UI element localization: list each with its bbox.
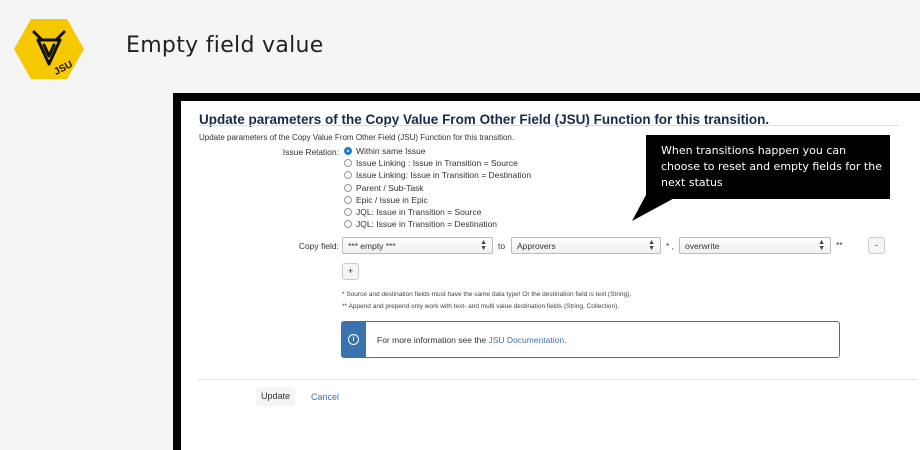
- radio-button[interactable]: [344, 220, 352, 229]
- title-divider: [199, 125, 899, 126]
- issue-relation-options: Within same Issue Issue Linking : Issue …: [344, 145, 531, 230]
- callout-pointer: [632, 195, 680, 221]
- radio-option-epic[interactable]: Epic / Issue in Epic: [344, 194, 531, 206]
- radio-option-linking-source[interactable]: Issue Linking : Issue in Transition = So…: [344, 157, 531, 169]
- destination-required-marker: * ,: [666, 241, 675, 251]
- radio-button[interactable]: [344, 183, 352, 192]
- update-button[interactable]: Update: [256, 387, 295, 406]
- info-strip: i: [342, 322, 366, 357]
- select-caret-icon: ▲ ▼: [648, 239, 655, 252]
- radio-button[interactable]: [344, 159, 352, 168]
- mode-note-marker: **: [836, 240, 843, 250]
- copy-field-label: Copy field:: [298, 241, 339, 251]
- footer-divider: [197, 379, 917, 380]
- info-text: For more information see the JSU Documen…: [377, 335, 567, 345]
- radio-option-jql-destination[interactable]: JQL: Issue in Transition = Destination: [344, 218, 531, 230]
- add-row-button[interactable]: +: [342, 263, 359, 280]
- footnote-data-type: * Source and destination fields must hav…: [342, 291, 632, 298]
- select-caret-icon: ▲ ▼: [480, 239, 487, 252]
- info-icon: i: [348, 334, 359, 345]
- footnote-append-prepend: ** Append and prepend only work with tex…: [342, 303, 620, 310]
- jsu-documentation-link[interactable]: JSU Documentation: [489, 335, 565, 345]
- radio-selected[interactable]: [344, 147, 352, 156]
- callout-text: When transitions happen you can choose t…: [661, 144, 882, 189]
- radio-option-same-issue[interactable]: Within same Issue: [344, 145, 531, 157]
- remove-row-button[interactable]: -: [868, 237, 885, 254]
- radio-option-jql-source[interactable]: JQL: Issue in Transition = Source: [344, 206, 531, 218]
- issue-relation-label: Issue Relation:: [282, 147, 339, 157]
- destination-field-select[interactable]: Approvers ▲ ▼: [511, 237, 661, 254]
- copy-mode-select[interactable]: overwrite ▲ ▼: [679, 237, 831, 254]
- cancel-link[interactable]: Cancel: [311, 392, 339, 402]
- info-message: i For more information see the JSU Docum…: [341, 321, 840, 358]
- jsu-logo: JSU: [14, 19, 84, 79]
- radio-button[interactable]: [344, 208, 352, 217]
- radio-option-parent-subtask[interactable]: Parent / Sub-Task: [344, 182, 531, 194]
- radio-button[interactable]: [344, 171, 352, 180]
- callout-box: When transitions happen you can choose t…: [646, 135, 890, 199]
- select-caret-icon: ▲ ▼: [818, 239, 825, 252]
- dialog-description: Update parameters of the Copy Value From…: [199, 133, 515, 142]
- radio-button[interactable]: [344, 195, 352, 204]
- slide-title: Empty field value: [126, 33, 324, 58]
- radio-option-linking-destination[interactable]: Issue Linking: Issue in Transition = Des…: [344, 169, 531, 181]
- source-field-select[interactable]: *** empty *** ▲ ▼: [342, 237, 493, 254]
- to-label: to: [498, 241, 506, 251]
